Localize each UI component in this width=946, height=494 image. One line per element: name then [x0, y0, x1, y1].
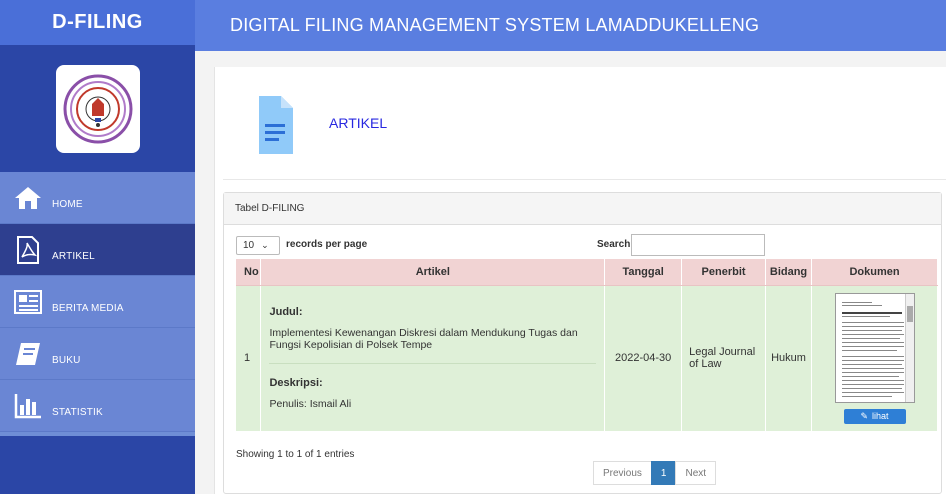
- logo-area: [0, 45, 195, 172]
- page-header: ARTIKEL: [215, 67, 946, 179]
- table-row: 1 Judul: Implementesi Kewenangan Diskres…: [236, 285, 938, 431]
- app-header: DIGITAL FILING MANAGEMENT SYSTEM LAMADDU…: [195, 0, 946, 51]
- column-header-tanggal[interactable]: Tanggal: [604, 259, 683, 286]
- deskripsi-label: Deskripsi:: [269, 377, 323, 390]
- search-label: Search:: [597, 239, 634, 250]
- newspaper-icon: [14, 288, 42, 316]
- column-header-bidang[interactable]: Bidang: [765, 259, 813, 286]
- judul-text: Implementesi Kewenangan Diskresi dalam M…: [269, 327, 578, 352]
- sidebar-item-label: HOME: [52, 199, 83, 210]
- column-header-no[interactable]: No: [236, 259, 262, 286]
- sidebar: D-FILING HOME ARTIKEL BERITA MEDIA BUKU …: [0, 0, 195, 494]
- sidebar-footer: [0, 436, 195, 494]
- bar-chart-icon: [14, 392, 42, 420]
- panel-heading: Tabel D-FILING: [224, 193, 941, 225]
- cell-tanggal: 2022-04-30: [604, 285, 683, 431]
- pagination-page-1[interactable]: 1: [650, 461, 677, 485]
- cell-bidang: Hukum: [765, 285, 813, 431]
- table-controls: 10 ⌄ records per page Search:: [236, 234, 936, 258]
- scrollbar-thumb[interactable]: [906, 305, 913, 322]
- divider: [269, 363, 597, 365]
- book-icon: [14, 340, 42, 368]
- records-per-page-value: 10: [243, 240, 255, 251]
- sidebar-item-artikel[interactable]: ARTIKEL: [0, 224, 195, 276]
- logo: [55, 64, 140, 153]
- column-header-dokumen[interactable]: Dokumen: [811, 259, 938, 286]
- pagination-previous[interactable]: Previous: [593, 461, 652, 485]
- home-icon: [14, 184, 42, 212]
- pagination-next[interactable]: Next: [675, 461, 717, 485]
- column-header-artikel[interactable]: Artikel: [260, 259, 606, 286]
- table-info: Showing 1 to 1 of 1 entries: [236, 449, 355, 460]
- records-per-page-label: records per page: [286, 239, 368, 250]
- cell-penerbit: Legal Journal of Law: [681, 285, 767, 431]
- table-header-row: No Artikel Tanggal Penerbit Bidang Dokum…: [236, 259, 938, 286]
- document-preview[interactable]: [834, 292, 915, 403]
- records-per-page-select[interactable]: 10 ⌄: [236, 236, 280, 255]
- cell-no: 1: [236, 285, 262, 431]
- sidebar-item-buku[interactable]: BUKU: [0, 328, 195, 380]
- preview-scrollbar[interactable]: [904, 293, 914, 402]
- sidebar-item-label: BERITA MEDIA: [52, 303, 124, 314]
- pdf-file-icon: [14, 235, 42, 264]
- pagination: Previous 1 Next: [593, 461, 717, 485]
- search-input[interactable]: [631, 234, 765, 256]
- lihat-button[interactable]: ✎ lihat: [843, 408, 906, 424]
- sidebar-item-label: BUKU: [52, 355, 81, 366]
- divider: [223, 179, 946, 180]
- sidebar-item-home[interactable]: HOME: [0, 172, 195, 224]
- edit-icon: ✎: [860, 410, 869, 421]
- data-panel: Tabel D-FILING 10 ⌄ records per page Sea…: [223, 192, 942, 494]
- data-table: No Artikel Tanggal Penerbit Bidang Dokum…: [236, 259, 938, 431]
- judul-label: Judul:: [269, 306, 303, 319]
- app-title: DIGITAL FILING MANAGEMENT SYSTEM LAMADDU…: [230, 15, 760, 35]
- lihat-button-label: lihat: [872, 411, 889, 422]
- sidebar-item-statistik[interactable]: STATISTIK: [0, 380, 195, 432]
- page-title[interactable]: ARTIKEL: [329, 115, 387, 131]
- cell-dokumen: ✎ lihat: [811, 285, 938, 431]
- chevron-down-icon: ⌄: [261, 240, 269, 250]
- institution-logo-icon: [63, 74, 132, 143]
- main-content: ARTIKEL Tabel D-FILING 10 ⌄ records per …: [214, 67, 946, 494]
- sidebar-item-label: STATISTIK: [52, 407, 103, 418]
- document-icon: [259, 96, 293, 154]
- cell-artikel: Judul: Implementesi Kewenangan Diskresi …: [260, 285, 606, 431]
- brand-title[interactable]: D-FILING: [0, 0, 195, 45]
- sidebar-item-label: ARTIKEL: [52, 251, 95, 262]
- column-header-penerbit[interactable]: Penerbit: [681, 259, 767, 286]
- sidebar-item-berita-media[interactable]: BERITA MEDIA: [0, 276, 195, 328]
- deskripsi-text: Penulis: Ismail Ali: [269, 398, 352, 411]
